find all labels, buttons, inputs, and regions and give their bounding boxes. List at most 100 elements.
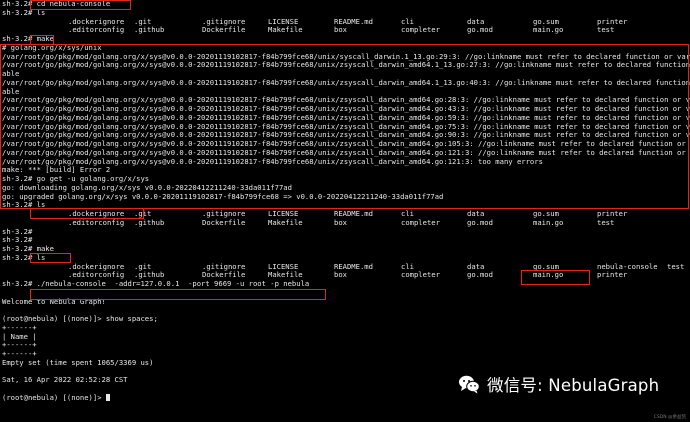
cursor	[105, 393, 110, 401]
wechat-icon	[459, 375, 480, 394]
ls-entry: README.md	[334, 17, 373, 26]
ls-output-row: .dockerignore .git .gitignore LICENSE README…	[0, 210, 690, 219]
ls-entry	[2, 210, 68, 219]
terminal-line: Welcome to Nebula Graph!	[2, 297, 106, 306]
ls-entry: .gitignore	[202, 262, 246, 271]
ls-entry: .github	[134, 26, 165, 35]
prompt-text: (root@nebula) [(none)]>	[2, 393, 106, 402]
ls-entry: README.md	[334, 210, 373, 218]
terminal-line: sh-3.2# go get -u golang.org/x/sys	[2, 175, 150, 183]
error-line: /var/root/go/pkg/mod/golang.org/x/sys@v0…	[2, 148, 690, 157]
ls-entry: Dockerfile	[202, 26, 246, 35]
ls-entry-nebula-console: nebula-console	[597, 262, 658, 271]
watermark-text: 微信号: NebulaGraph	[487, 376, 660, 395]
terminal-line: sh-3.2#	[2, 236, 33, 245]
ls-entry	[2, 219, 68, 228]
ls-entry: LICENSE	[268, 17, 299, 26]
wechat-watermark: 微信号: NebulaGraph	[457, 372, 659, 396]
terminal-line: sh-3.2#	[2, 227, 33, 236]
terminal-line: sh-3.2# make	[2, 35, 54, 43]
source-credit: CSDN @余益凯	[653, 415, 686, 420]
ls-entry: .github	[134, 271, 165, 280]
ls-entry: .git	[134, 210, 152, 218]
ls-entry: go.mod	[467, 271, 493, 280]
ls-entry: README.md	[334, 262, 373, 271]
error-line: make: *** [build] Error 2	[2, 166, 111, 175]
ls-entry: data	[467, 262, 485, 271]
ls-entry: printer	[597, 210, 628, 218]
terminal-line: Empty set (time spent 1065/3369 us)	[2, 358, 154, 367]
terminal-line: sh-3.2# ls	[2, 201, 46, 210]
terminal-line: go: upgraded golang.org/x/sys v0.0.0-202…	[2, 192, 444, 201]
ls-entry: cli	[401, 262, 414, 271]
ls-entry: go.sum	[533, 17, 559, 26]
ls-entry: .editorconfig	[68, 271, 125, 280]
ls-entry: completer	[401, 26, 440, 35]
ls-output-row: .dockerignore .git .gitignore LICENSE README…	[0, 18, 690, 27]
error-line: /var/root/go/pkg/mod/golang.org/x/sys@v0…	[2, 78, 690, 87]
ls-entry: cli	[401, 210, 414, 218]
ls-entry: .editorconfig	[68, 26, 125, 35]
ls-entry: go.mod	[467, 26, 493, 35]
ls-entry: Makefile	[268, 218, 303, 227]
error-line: /var/root/go/pkg/mod/golang.org/x/sys@v0…	[2, 157, 543, 166]
ls-entry: test	[667, 262, 685, 271]
ls-entry: LICENSE	[268, 262, 299, 271]
error-line: able	[2, 87, 20, 96]
ls-output-row: .editorconfig .github Dockerfile Makefile bo…	[0, 219, 690, 228]
terminal-line: sh-3.2# ls	[2, 253, 46, 262]
ls-entry: main.go	[533, 271, 564, 280]
ls-entry: Makefile	[268, 26, 303, 35]
error-line: /var/root/go/pkg/mod/golang.org/x/sys@v0…	[2, 105, 690, 113]
ls-entry: .dockerignore	[68, 210, 125, 218]
ls-entry	[2, 18, 68, 27]
ls-entry: .github	[134, 218, 165, 227]
terminal-line: sh-3.2# cd nebula-console	[2, 0, 111, 8]
ls-output-row: .editorconfig .github Dockerfile Makefile bo…	[0, 271, 690, 280]
ls-entry: box	[334, 218, 347, 227]
terminal-line: sh-3.2# ls	[2, 8, 46, 17]
terminal-line: +------+	[2, 350, 37, 358]
ls-entry: .gitignore	[202, 17, 246, 26]
terminal-line: | Name |	[2, 332, 37, 341]
ls-entry: box	[334, 26, 347, 35]
ls-entry: .gitignore	[202, 210, 246, 218]
ls-entry: test	[597, 218, 615, 227]
ls-entry: .git	[134, 17, 152, 26]
terminal-line: (root@nebula) [(none)]> show spaces;	[2, 315, 158, 323]
ls-entry: Dockerfile	[202, 218, 246, 227]
ls-entry: cli	[401, 17, 414, 26]
error-line: /var/root/go/pkg/mod/golang.org/x/sys@v0…	[2, 140, 690, 148]
ls-entry: data	[467, 17, 485, 26]
ls-entry: main.go	[533, 26, 564, 35]
ls-output-row: .editorconfig .github Dockerfile Makefile bo…	[0, 26, 690, 35]
ls-entry	[2, 271, 68, 280]
ls-entry: test	[597, 26, 615, 35]
terminal-line: go: downloading golang.org/x/sys v0.0.0-…	[2, 183, 292, 192]
ls-entry: go.sum	[533, 262, 559, 271]
ls-entry: main.go	[533, 218, 564, 227]
ls-entry: completer	[401, 218, 440, 227]
error-line: able	[2, 70, 20, 78]
ls-entry: .git	[134, 262, 152, 271]
ls-entry: box	[334, 271, 347, 280]
ls-entry	[2, 263, 68, 272]
terminal-line: sh-3.2# make	[2, 245, 54, 253]
error-line: /var/root/go/pkg/mod/golang.org/x/sys@v0…	[2, 122, 690, 131]
error-line: /var/root/go/pkg/mod/golang.org/x/sys@v0…	[2, 131, 690, 140]
ls-entry: completer	[401, 271, 440, 280]
ls-entry: go.sum	[533, 210, 559, 218]
ls-entry: .dockerignore	[68, 17, 125, 26]
ls-entry: Dockerfile	[202, 271, 246, 280]
terminal-line: +------+	[2, 323, 37, 332]
ls-output-row: .dockerignore .git .gitignore LICENSE README…	[0, 263, 690, 272]
error-line: /var/root/go/pkg/mod/golang.org/x/sys@v0…	[2, 52, 690, 61]
ls-entry: .dockerignore	[68, 262, 125, 271]
error-line: /var/root/go/pkg/mod/golang.org/x/sys@v0…	[2, 113, 690, 122]
error-line: /var/root/go/pkg/mod/golang.org/x/sys@v0…	[2, 61, 690, 70]
terminal-window[interactable]: sh-3.2# cd nebula-console sh-3.2# ls .do…	[0, 0, 690, 422]
ls-entry: go.mod	[467, 218, 493, 227]
terminal-line: sh-3.2# ./nebula-console -addr=127.0.0.1…	[2, 280, 310, 288]
